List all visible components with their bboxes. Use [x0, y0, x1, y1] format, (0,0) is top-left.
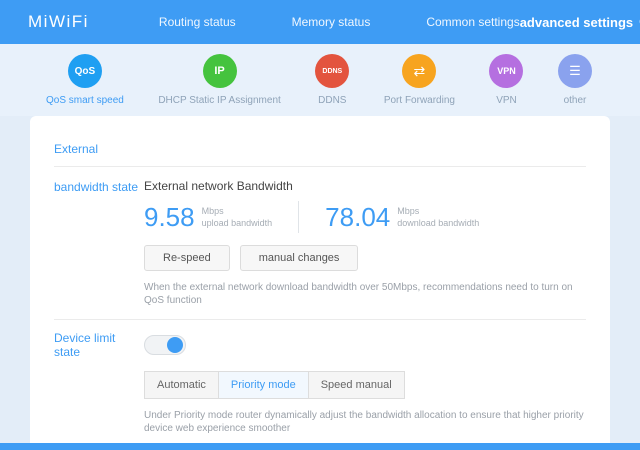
hamburger-icon: ☰ — [558, 54, 592, 88]
vertical-divider — [298, 201, 300, 233]
priority-mode-description: Under Priority mode router dynamically a… — [144, 410, 584, 434]
bottom-accent-bar — [0, 443, 640, 450]
download-caption: download bandwidth — [397, 218, 480, 228]
port-forwarding-icon: ⇄ — [402, 54, 437, 88]
tab-dhcp-static-ip[interactable]: IP DHCP Static IP Assignment — [158, 54, 281, 106]
tab-label: QoS smart speed — [46, 95, 124, 106]
tab-label: DHCP Static IP Assignment — [158, 95, 281, 106]
feature-tabs: QoS QoS smart speed IP DHCP Static IP As… — [0, 44, 640, 116]
device-limit-body: Automatic Priority mode Speed manual Und… — [54, 359, 586, 443]
bandwidth-section: bandwidth state External network Bandwid… — [54, 179, 586, 307]
section-title-external: External — [54, 142, 99, 156]
bandwidth-note: When the external network download bandw… — [144, 282, 573, 306]
re-speed-button[interactable]: Re-speed — [144, 245, 230, 271]
tab-label: other — [563, 95, 587, 106]
tab-ddns[interactable]: DDNS DDNS — [315, 54, 350, 106]
top-nav: Routing status Memory status Common sett… — [159, 15, 520, 29]
vpn-icon: VPN — [489, 54, 524, 88]
qos-icon: QoS — [67, 54, 102, 88]
nav-advanced-settings[interactable]: advanced settings — [520, 15, 633, 30]
header-right: advanced settings C2 (home) ∨ ✉ — [520, 14, 640, 31]
device-limit-label: Device limit state — [54, 331, 116, 359]
upload-caption: upload bandwidth — [201, 218, 273, 228]
nav-memory-status[interactable]: Memory status — [292, 15, 371, 29]
ddns-icon: DDNS — [315, 54, 350, 88]
nav-common-settings[interactable]: Common settings — [426, 15, 519, 29]
bandwidth-state-label: bandwidth state — [54, 180, 139, 194]
divider — [54, 319, 586, 320]
device-limit-toggle[interactable] — [144, 334, 186, 355]
bandwidth-heading: External network Bandwidth — [144, 179, 293, 193]
tab-port-forwarding[interactable]: ⇄ Port Forwarding — [384, 54, 455, 106]
upload-unit: Mbps — [201, 206, 224, 216]
download-bandwidth-value: 78.04 — [325, 201, 391, 232]
tab-other[interactable]: ☰ other — [558, 54, 592, 106]
tab-label: VPN — [496, 95, 517, 106]
divider — [54, 166, 586, 167]
top-header: MiWiFi Routing status Memory status Comm… — [0, 0, 640, 44]
settings-card: External bandwidth state External networ… — [30, 116, 610, 443]
mode-priority[interactable]: Priority mode — [218, 371, 309, 399]
download-unit: Mbps — [397, 206, 420, 216]
nav-routing-status[interactable]: Routing status — [159, 15, 236, 29]
miwifi-logo[interactable]: MiWiFi — [28, 12, 89, 32]
bandwidth-values: 9.58 Mbps upload bandwidth 78.04 Mbps do… — [144, 201, 586, 233]
tab-label: DDNS — [318, 95, 347, 106]
manual-changes-button[interactable]: manual changes — [239, 245, 359, 271]
device-limit-row: Device limit state — [54, 330, 586, 359]
tab-qos-smart-speed[interactable]: QoS QoS smart speed — [46, 54, 124, 106]
upload-bandwidth-value: 9.58 — [144, 201, 195, 232]
mode-segmented-control: Automatic Priority mode Speed manual — [144, 371, 586, 399]
tab-label: Port Forwarding — [383, 95, 455, 106]
mode-speed-manual[interactable]: Speed manual — [308, 371, 405, 399]
mode-automatic[interactable]: Automatic — [144, 371, 219, 399]
tab-vpn[interactable]: VPN VPN — [489, 54, 524, 106]
toggle-knob — [167, 336, 183, 353]
ip-icon: IP — [202, 54, 237, 88]
